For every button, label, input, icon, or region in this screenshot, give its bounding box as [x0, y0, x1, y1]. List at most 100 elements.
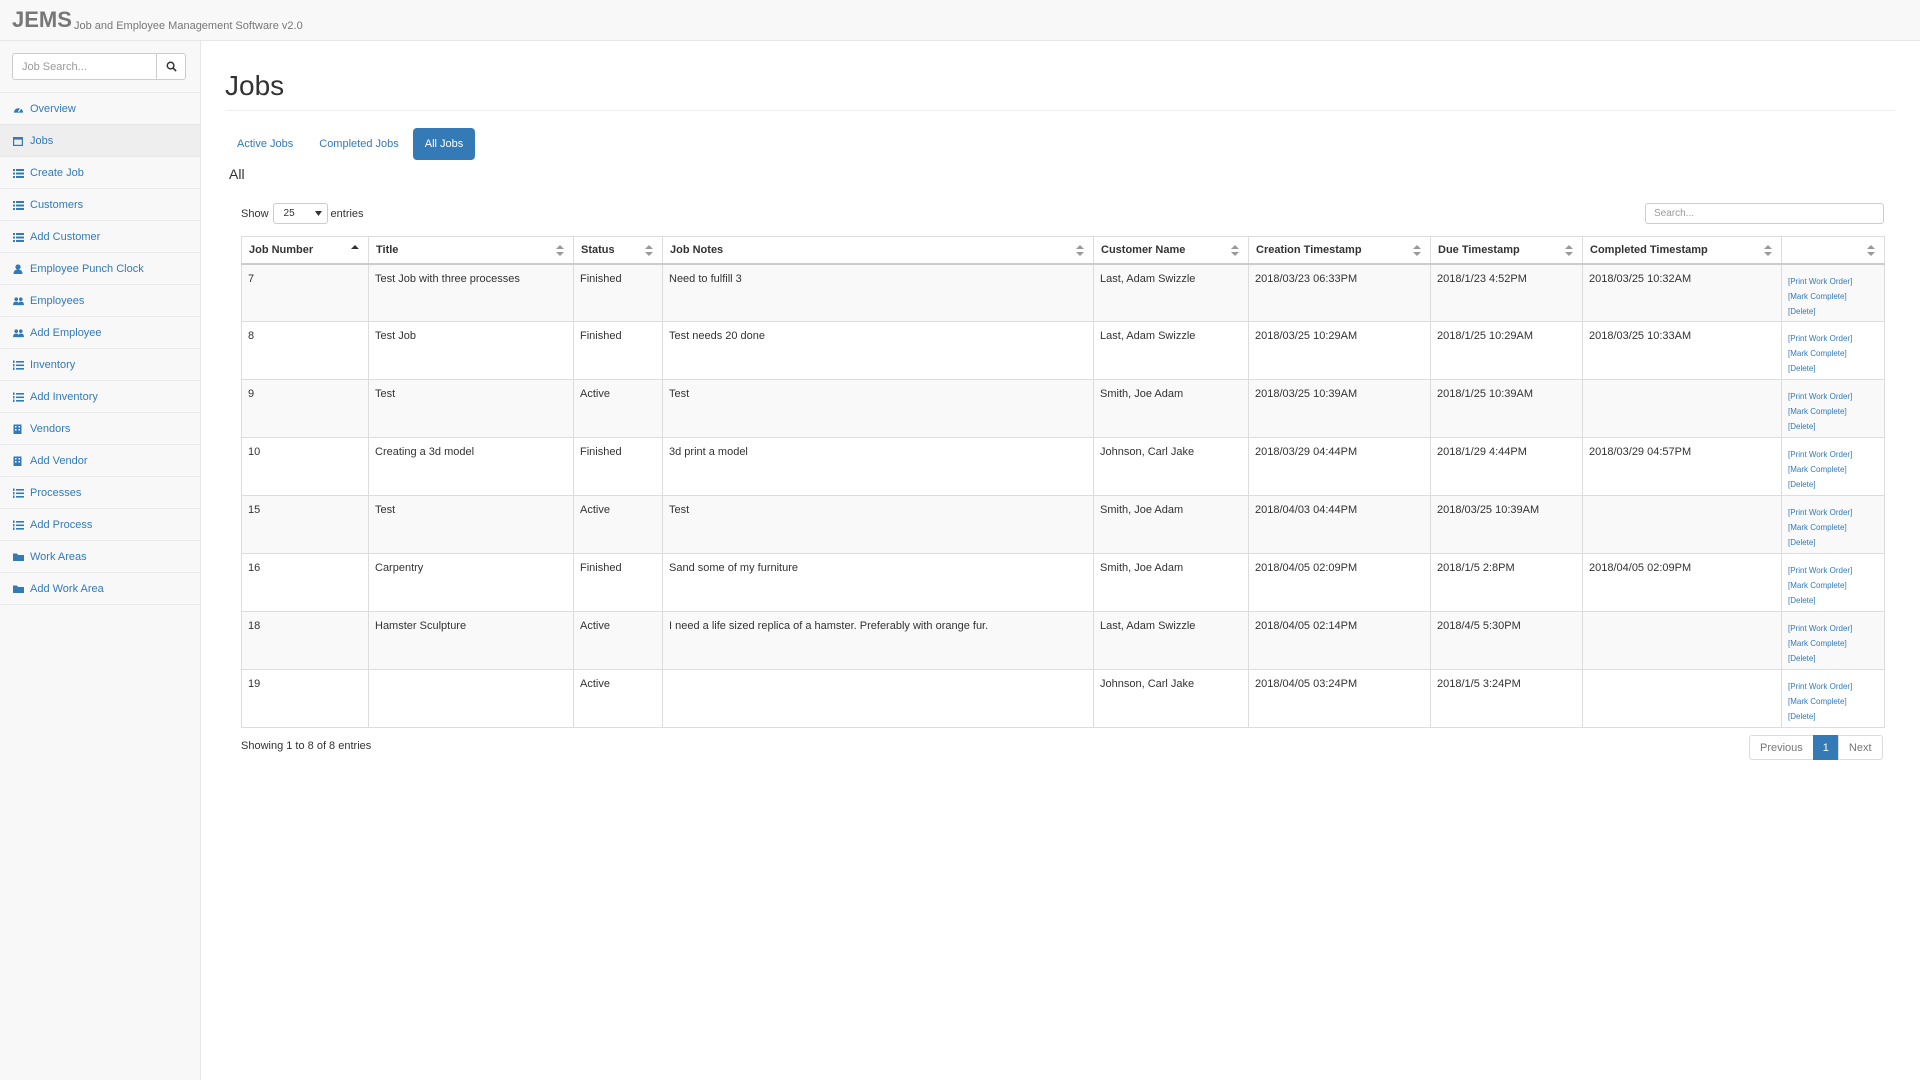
customer-name-cell: Johnson, Carl Jake	[1093, 437, 1249, 496]
list-icon	[13, 168, 24, 178]
customer-name-cell: Smith, Joe Adam	[1093, 553, 1249, 612]
sidebar-item-inventory[interactable]: Inventory	[0, 349, 200, 381]
previous-page-button[interactable]: Previous	[1749, 735, 1814, 760]
job-number-cell: 16	[241, 553, 369, 612]
delete-link[interactable]: [Delete]	[1788, 709, 1877, 724]
mark-complete-link[interactable]: [Mark Complete]	[1788, 346, 1877, 361]
actions-cell: [Print Work Order] [Mark Complete] [Delete…	[1781, 437, 1885, 496]
creation-timestamp-cell: 2018/03/25 10:39AM	[1248, 379, 1431, 438]
print-work-order-link[interactable]: [Print Work Order]	[1788, 447, 1877, 462]
mark-complete-link[interactable]: [Mark Complete]	[1788, 404, 1877, 419]
sort-icon	[1231, 245, 1239, 256]
users-icon	[13, 328, 24, 338]
creation-timestamp-cell: 2018/03/25 10:29AM	[1248, 321, 1431, 380]
sort-icon	[1565, 245, 1573, 256]
next-page-button[interactable]: Next	[1837, 735, 1883, 760]
sidebar-item-jobs[interactable]: Jobs	[0, 125, 200, 157]
sidebar-item-label: Add Employee	[30, 326, 102, 339]
mark-complete-link[interactable]: [Mark Complete]	[1788, 578, 1877, 593]
sidebar-item-add-work-area[interactable]: Add Work Area	[0, 573, 200, 605]
brand-subtitle: Job and Employee Management Software v2.…	[74, 20, 303, 32]
page-1-button[interactable]: 1	[1812, 735, 1839, 760]
print-work-order-link[interactable]: [Print Work Order]	[1788, 274, 1877, 289]
table-row: 8 Test Job Finished Test needs 20 done Last,…	[241, 321, 1885, 380]
mark-complete-link[interactable]: [Mark Complete]	[1788, 636, 1877, 651]
tab-all-jobs[interactable]: All Jobs	[412, 128, 476, 160]
sidebar-item-add-inventory[interactable]: Add Inventory	[0, 381, 200, 413]
sidebar-item-add-vendor[interactable]: Add Vendor	[0, 445, 200, 477]
print-work-order-link[interactable]: [Print Work Order]	[1788, 563, 1877, 578]
users-icon	[13, 296, 24, 306]
creation-timestamp-cell: 2018/04/05 02:09PM	[1248, 553, 1431, 612]
sidebar-item-create-job[interactable]: Create Job	[0, 157, 200, 189]
due-timestamp-cell: 2018/4/5 5:30PM	[1430, 611, 1583, 670]
print-work-order-link[interactable]: [Print Work Order]	[1788, 505, 1877, 520]
sidebar-item-add-employee[interactable]: Add Employee	[0, 317, 200, 349]
column-header-label: Job Notes	[670, 243, 724, 256]
page-length-select[interactable]: 25	[272, 203, 328, 224]
tab-active-jobs[interactable]: Active Jobs	[225, 128, 305, 160]
column-header[interactable]: Creation Timestamp	[1248, 236, 1431, 265]
mark-complete-link[interactable]: [Mark Complete]	[1788, 289, 1877, 304]
sidebar-item-work-areas[interactable]: Work Areas	[0, 541, 200, 573]
status-cell: Active	[573, 611, 663, 670]
page-length-control: Show 25 entries	[241, 203, 364, 224]
due-timestamp-cell: 2018/1/25 10:29AM	[1430, 321, 1583, 380]
sidebar-item-employees[interactable]: Employees	[0, 285, 200, 317]
sidebar-item-label: Processes	[30, 486, 82, 499]
column-header[interactable]: Job Number	[241, 236, 369, 265]
sidebar-item-vendors[interactable]: Vendors	[0, 413, 200, 445]
status-cell: Active	[573, 495, 663, 554]
delete-link[interactable]: [Delete]	[1788, 651, 1877, 666]
print-work-order-link[interactable]: [Print Work Order]	[1788, 679, 1877, 694]
sidebar: Overview Jobs Create Job Customers Add Custo…	[0, 41, 201, 1080]
mark-complete-link[interactable]: [Mark Complete]	[1788, 694, 1877, 709]
print-work-order-link[interactable]: [Print Work Order]	[1788, 389, 1877, 404]
status-cell: Finished	[573, 263, 663, 322]
customer-name-cell: Smith, Joe Adam	[1093, 379, 1249, 438]
column-header[interactable]: Title	[368, 236, 574, 265]
table-search-input[interactable]	[1645, 203, 1884, 224]
column-header-label: Title	[376, 243, 399, 256]
tab-completed-jobs[interactable]: Completed Jobs	[307, 128, 411, 160]
sidebar-nav: Overview Jobs Create Job Customers Add Custo…	[0, 92, 200, 605]
sidebar-item-label: Overview	[30, 102, 76, 115]
column-header[interactable]: Job Notes	[662, 236, 1094, 265]
sidebar-item-processes[interactable]: Processes	[0, 477, 200, 509]
sidebar-item-overview[interactable]: Overview	[0, 93, 200, 125]
sidebar-item-add-customer[interactable]: Add Customer	[0, 221, 200, 253]
mark-complete-link[interactable]: [Mark Complete]	[1788, 462, 1877, 477]
sidebar-item-label: Add Vendor	[30, 454, 88, 467]
show-label: Show	[241, 207, 269, 220]
mark-complete-link[interactable]: [Mark Complete]	[1788, 520, 1877, 535]
sidebar-item-employee-punch-clock[interactable]: Employee Punch Clock	[0, 253, 200, 285]
table-header-row: Job Number Title Status Job Notes Customer N…	[241, 236, 1885, 265]
brand-logo[interactable]: JEMS	[12, 7, 72, 33]
delete-link[interactable]: [Delete]	[1788, 304, 1877, 319]
sidebar-item-label: Add Work Area	[30, 582, 104, 595]
delete-link[interactable]: [Delete]	[1788, 361, 1877, 376]
job-notes-cell: Test needs 20 done	[662, 321, 1094, 380]
job-search-input[interactable]	[12, 53, 157, 80]
print-work-order-link[interactable]: [Print Work Order]	[1788, 331, 1877, 346]
column-header[interactable]: Completed Timestamp	[1582, 236, 1782, 265]
column-header[interactable]: Due Timestamp	[1430, 236, 1583, 265]
delete-link[interactable]: [Delete]	[1788, 593, 1877, 608]
delete-link[interactable]: [Delete]	[1788, 419, 1877, 434]
sort-icon	[645, 245, 653, 256]
print-work-order-link[interactable]: [Print Work Order]	[1788, 621, 1877, 636]
delete-link[interactable]: [Delete]	[1788, 477, 1877, 492]
job-search-button[interactable]	[156, 53, 186, 80]
status-cell: Finished	[573, 553, 663, 612]
sidebar-item-add-process[interactable]: Add Process	[0, 509, 200, 541]
list-ol-icon	[13, 392, 24, 402]
column-header[interactable]: Customer Name	[1093, 236, 1249, 265]
sidebar-item-customers[interactable]: Customers	[0, 189, 200, 221]
column-header[interactable]: Status	[573, 236, 663, 265]
table-row: 9 Test Active Test Smith, Joe Adam 2018/03/25…	[241, 379, 1885, 438]
title-cell: Carpentry	[368, 553, 574, 612]
delete-link[interactable]: [Delete]	[1788, 535, 1877, 550]
table-body: 7 Test Job with three processes Finished Ne…	[241, 263, 1885, 728]
table-info: Showing 1 to 8 of 8 entries	[241, 740, 372, 752]
column-header[interactable]	[1781, 236, 1885, 265]
